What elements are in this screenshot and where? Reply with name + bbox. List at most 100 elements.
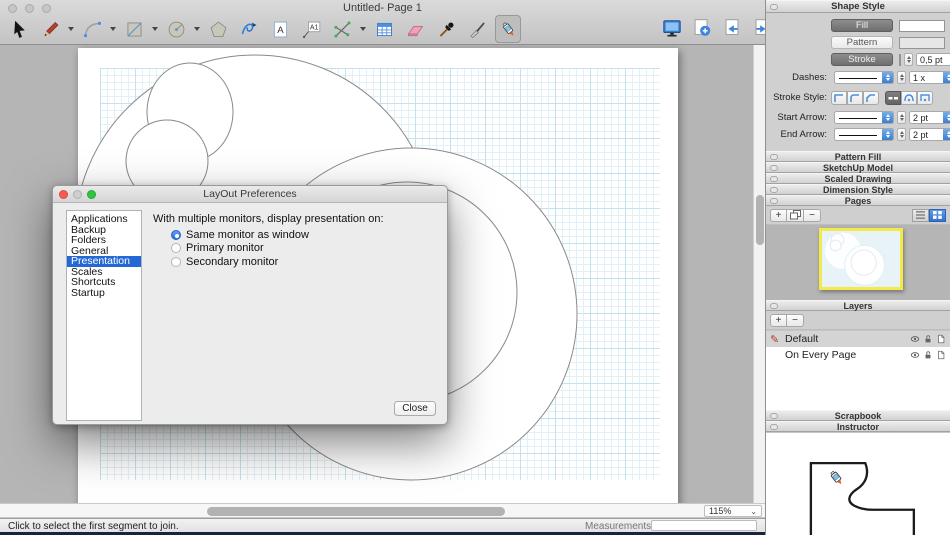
cap-round-button[interactable] — [901, 91, 917, 105]
layers-header[interactable]: Layers — [766, 300, 950, 311]
start-arrow-popup[interactable] — [834, 111, 894, 124]
collapse-toggle-icon[interactable] — [770, 424, 778, 430]
fill-color-swatch[interactable] — [899, 20, 945, 32]
end-arrow-size-popup[interactable]: 2 pt — [909, 128, 950, 141]
shape-style-header[interactable]: Shape Style — [766, 0, 950, 13]
collapse-toggle-icon[interactable] — [770, 165, 778, 171]
style-eyedropper-tool-button[interactable] — [433, 15, 459, 43]
fill-toggle-button[interactable]: Fill — [831, 19, 893, 32]
preferences-category-item[interactable]: Startup — [67, 288, 141, 299]
collapsed-panel-header[interactable]: Pattern Fill — [766, 151, 950, 162]
remove-layer-button[interactable]: − — [787, 314, 804, 327]
collapse-toggle-icon[interactable] — [770, 198, 778, 204]
layer-lock-icon[interactable] — [923, 350, 933, 360]
duplicate-page-button[interactable] — [787, 209, 804, 222]
start-arrow-stepper[interactable] — [897, 111, 906, 124]
layer-share-icon[interactable] — [936, 350, 946, 360]
stroke-color-swatch[interactable] — [899, 54, 901, 66]
collapsed-panel-header[interactable]: SketchUp Model — [766, 162, 950, 173]
polygon-tool-button[interactable] — [205, 15, 231, 43]
circle-tool-dropdown[interactable] — [194, 15, 202, 43]
pages-grid-view-button[interactable] — [929, 209, 946, 222]
start-arrow-size-popup[interactable]: 2 pt — [909, 111, 950, 124]
measurements-input[interactable] — [651, 520, 757, 531]
rectangle-tool-button[interactable] — [121, 15, 147, 43]
previous-page-button[interactable] — [720, 14, 744, 42]
scrapbook-header[interactable]: Scrapbook — [766, 410, 950, 421]
collapse-toggle-icon[interactable] — [770, 154, 778, 160]
close-button[interactable]: Close — [394, 401, 436, 416]
vertical-scrollbar-thumb[interactable] — [756, 195, 764, 245]
select-tool-button[interactable] — [6, 15, 32, 43]
split-tool-button[interactable] — [464, 15, 490, 43]
collapse-toggle-icon[interactable] — [770, 187, 778, 193]
end-arrow-stepper[interactable] — [897, 128, 906, 141]
pages-header[interactable]: Pages — [766, 195, 950, 206]
page-thumbnail-selected[interactable] — [819, 228, 903, 290]
dialog-titlebar[interactable]: LayOut Preferences — [53, 186, 447, 203]
instructor-header[interactable]: Instructor — [766, 421, 950, 432]
arc-tool-button[interactable] — [79, 15, 105, 43]
horizontal-scrollbar-thumb[interactable] — [207, 507, 505, 516]
add-page-button[interactable] — [690, 14, 714, 42]
eraser-tool-button[interactable] — [402, 15, 428, 43]
corner-bevel-button[interactable] — [863, 91, 879, 105]
radio-button-icon[interactable] — [171, 243, 181, 253]
end-arrow-popup[interactable] — [834, 128, 894, 141]
layer-lock-icon[interactable] — [923, 334, 933, 344]
layer-share-icon[interactable] — [936, 334, 946, 344]
text-tool-button[interactable]: A — [267, 15, 293, 43]
collapse-toggle-icon[interactable] — [770, 4, 778, 10]
layer-row[interactable]: ✎ Default — [766, 331, 950, 347]
preferences-category-item[interactable]: Presentation — [67, 256, 141, 267]
cap-square-button[interactable] — [917, 91, 933, 105]
stroke-width-stepper[interactable] — [904, 53, 913, 66]
radio-button-icon[interactable] — [171, 257, 181, 267]
radio-button-icon[interactable] — [171, 230, 181, 240]
dashes-scale-stepper[interactable] — [897, 71, 906, 84]
collapse-toggle-icon[interactable] — [770, 413, 778, 419]
layer-row[interactable]: ✎ On Every Page — [766, 347, 950, 363]
rectangle-tool-dropdown[interactable] — [152, 15, 160, 43]
layer-visibility-icon[interactable] — [910, 334, 920, 344]
collapsed-panel-header[interactable]: Scaled Drawing — [766, 173, 950, 184]
radio-option[interactable]: Same monitor as window — [171, 228, 309, 241]
remove-page-button[interactable]: − — [804, 209, 821, 222]
circle-tool-button[interactable] — [163, 15, 189, 43]
layer-visibility-icon[interactable] — [910, 350, 920, 360]
dashes-scale-popup[interactable]: 1 x — [909, 71, 950, 84]
pattern-toggle-button[interactable]: Pattern — [831, 36, 893, 49]
corner-miter-button[interactable] — [831, 91, 847, 105]
dimension-tool-button[interactable] — [329, 15, 355, 43]
join-tool-button[interactable] — [495, 15, 521, 43]
stroke-width-popup[interactable]: 0,5 pt — [916, 53, 950, 66]
collapse-toggle-icon[interactable] — [770, 176, 778, 182]
label-tool-button[interactable]: A1 — [298, 15, 324, 43]
preferences-category-item[interactable]: Folders — [67, 235, 141, 246]
zoom-level-control[interactable]: 115% ⌄ — [704, 505, 762, 517]
pages-list-view-button[interactable] — [912, 209, 929, 222]
cap-butt-button[interactable] — [885, 91, 901, 105]
collapse-toggle-icon[interactable] — [770, 303, 778, 309]
horizontal-scrollbar[interactable]: 115% ⌄ — [0, 503, 765, 518]
radio-option[interactable]: Primary monitor — [171, 242, 309, 255]
add-page-list-button[interactable]: + — [770, 209, 787, 222]
dialog-close-button[interactable] — [59, 190, 68, 199]
corner-round-button[interactable] — [847, 91, 863, 105]
arc-tool-dropdown[interactable] — [110, 15, 118, 43]
stroke-toggle-button[interactable]: Stroke — [831, 53, 893, 66]
line-tool-button[interactable] — [37, 15, 63, 43]
add-layer-button[interactable]: + — [770, 314, 787, 327]
dashes-pattern-popup[interactable] — [834, 71, 894, 84]
preferences-category-item[interactable]: Applications — [67, 214, 141, 225]
collapsed-panel-header[interactable]: Dimension Style — [766, 184, 950, 195]
table-tool-button[interactable] — [371, 15, 397, 43]
freehand-tool-button[interactable] — [236, 15, 262, 43]
start-presentation-button[interactable] — [660, 14, 684, 42]
vertical-scrollbar[interactable] — [753, 45, 765, 503]
dialog-minimize-button[interactable] — [73, 190, 82, 199]
line-tool-dropdown[interactable] — [68, 15, 76, 43]
preferences-category-item[interactable]: Shortcuts — [67, 277, 141, 288]
pattern-swatch[interactable] — [899, 37, 945, 49]
dimension-tool-dropdown[interactable] — [360, 15, 368, 43]
